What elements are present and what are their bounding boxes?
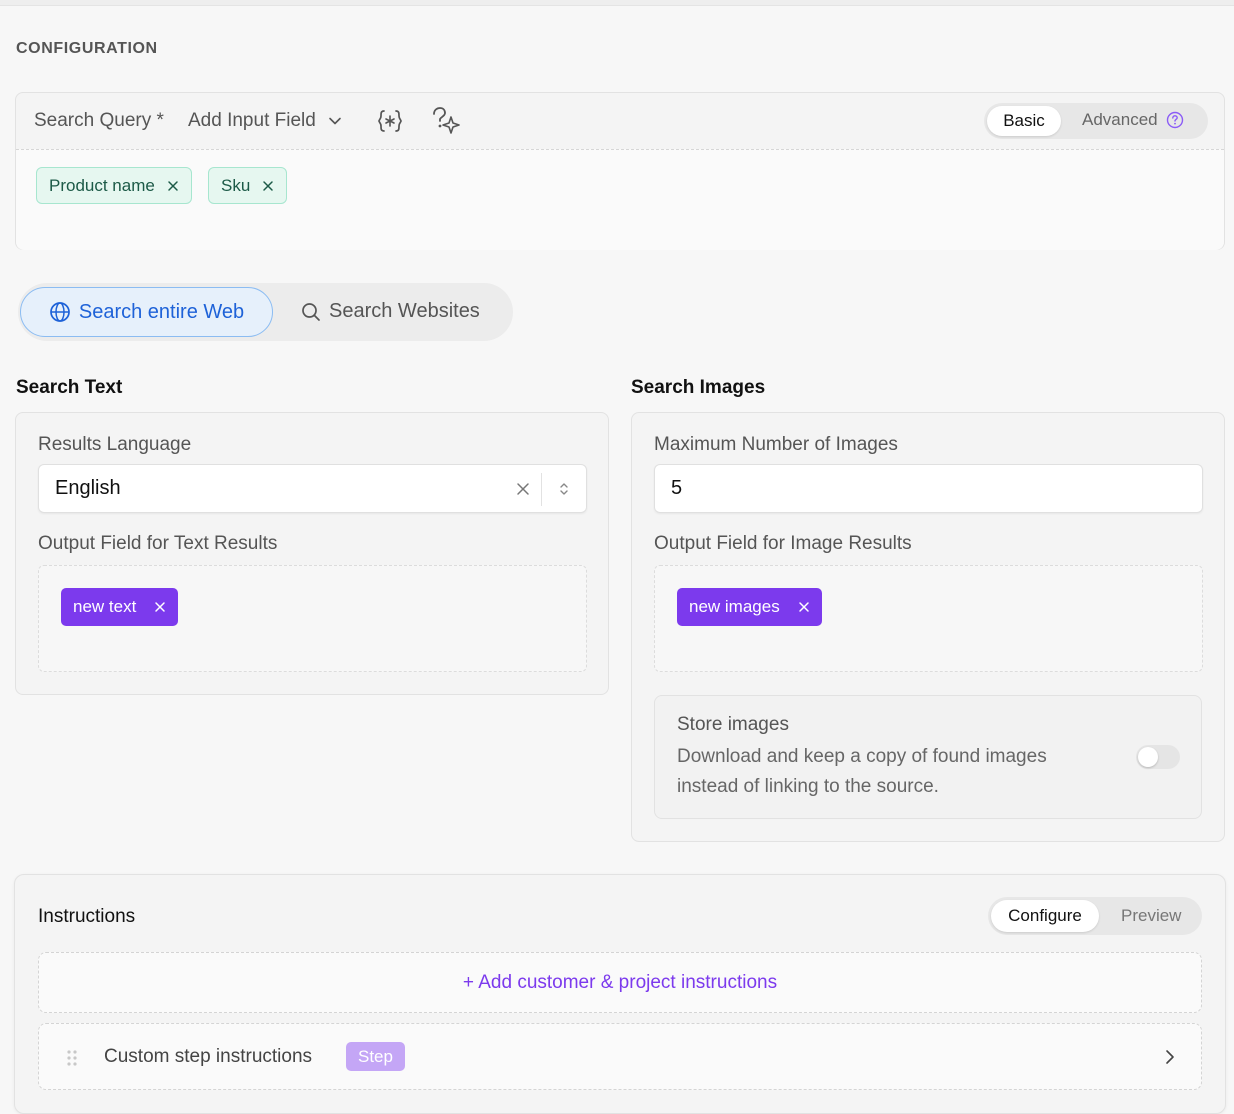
- text-output-field-label: Output Field for Text Results: [38, 533, 278, 554]
- close-icon[interactable]: [262, 180, 274, 192]
- chip-label: Sku: [221, 175, 251, 195]
- store-images-card: Store images Download and keep a copy of…: [654, 695, 1202, 819]
- ai-question-sparkle-icon[interactable]: [429, 105, 461, 137]
- drag-handle-icon[interactable]: [66, 1049, 78, 1067]
- search-images-title: Search Images: [631, 377, 766, 398]
- store-images-desc-line2: instead of linking to the source.: [677, 776, 939, 797]
- chevron-right-icon[interactable]: [1165, 1049, 1175, 1065]
- store-images-toggle[interactable]: [1136, 745, 1180, 769]
- image-output-dropzone[interactable]: new images: [654, 565, 1203, 672]
- search-entire-web-label: Search entire Web: [78, 300, 245, 323]
- advanced-mode-label: Advanced: [1082, 110, 1158, 129]
- input-chip-product-name: Product name: [36, 167, 192, 204]
- search-text-title: Search Text: [16, 377, 123, 398]
- search-text-panel: Results Language English Output Field fo…: [15, 412, 609, 695]
- add-input-field-dropdown[interactable]: Add Input Field: [188, 110, 342, 132]
- top-divider: [0, 0, 1234, 6]
- max-images-input[interactable]: 5: [654, 464, 1203, 513]
- input-chip-sku: Sku: [208, 167, 288, 204]
- chip-label: new text: [73, 597, 137, 616]
- results-language-label: Results Language: [38, 434, 192, 455]
- store-images-desc-line1: Download and keep a copy of found images: [677, 746, 1047, 767]
- search-query-label-text: Search Query: [34, 110, 152, 131]
- advanced-mode-button[interactable]: Advanced: [1082, 110, 1184, 130]
- output-chip-new-images: new images: [677, 588, 822, 626]
- results-language-value: English: [55, 477, 121, 499]
- store-images-title: Store images: [677, 714, 789, 735]
- image-output-field-label: Output Field for Image Results: [654, 533, 912, 554]
- search-websites-button[interactable]: Search Websites: [301, 300, 480, 323]
- tab-configure[interactable]: Configure: [991, 900, 1099, 932]
- search-mode-toggle: Search entire Web Search Websites: [18, 283, 513, 341]
- search-images-panel: Maximum Number of Images 5 Output Field …: [631, 412, 1225, 842]
- max-images-value: 5: [671, 477, 683, 499]
- custom-step-instructions-row[interactable]: Custom step instructions Step: [38, 1023, 1202, 1090]
- step-badge: Step: [346, 1042, 405, 1071]
- results-language-select[interactable]: English: [38, 464, 587, 513]
- chevron-up-down-icon[interactable]: [558, 480, 570, 498]
- search-entire-web-button[interactable]: Search entire Web: [20, 287, 273, 337]
- tab-preview[interactable]: Preview: [1121, 906, 1181, 926]
- add-instructions-button[interactable]: + Add customer & project instructions: [38, 952, 1202, 1013]
- close-icon[interactable]: [154, 601, 166, 613]
- close-icon[interactable]: [167, 180, 179, 192]
- instructions-title: Instructions: [38, 906, 136, 927]
- required-mark: *: [156, 110, 164, 131]
- max-images-label: Maximum Number of Images: [654, 434, 898, 455]
- output-chip-new-text: new text: [61, 588, 179, 626]
- help-circle-icon[interactable]: [1166, 111, 1184, 129]
- variable-braces-icon[interactable]: [376, 107, 404, 135]
- search-query-label: Search Query *: [34, 110, 164, 132]
- add-input-field-label: Add Input Field: [188, 110, 316, 131]
- search-query-card: Search Query * Add Input Field Basic Adv…: [15, 92, 1225, 250]
- chip-label: Product name: [49, 175, 155, 195]
- search-websites-label: Search Websites: [329, 300, 480, 322]
- chip-label: new images: [689, 597, 780, 616]
- custom-step-label: Custom step instructions: [104, 1046, 313, 1067]
- select-divider: [541, 473, 542, 506]
- instructions-view-toggle: Configure Preview: [988, 897, 1202, 935]
- search-icon: [301, 302, 321, 322]
- close-icon[interactable]: [798, 601, 810, 613]
- clear-icon[interactable]: [516, 482, 530, 496]
- query-mode-toggle: Basic Advanced: [984, 103, 1208, 139]
- chevron-down-icon: [328, 114, 342, 128]
- instructions-card: Instructions Configure Preview + Add cus…: [14, 874, 1226, 1114]
- section-title: CONFIGURATION: [16, 40, 158, 57]
- basic-mode-button[interactable]: Basic: [987, 106, 1061, 136]
- search-query-header: Search Query * Add Input Field Basic Adv…: [16, 93, 1224, 149]
- text-output-dropzone[interactable]: new text: [38, 565, 587, 672]
- globe-icon: [49, 301, 71, 323]
- search-query-dropzone[interactable]: Product name Sku: [16, 149, 1224, 250]
